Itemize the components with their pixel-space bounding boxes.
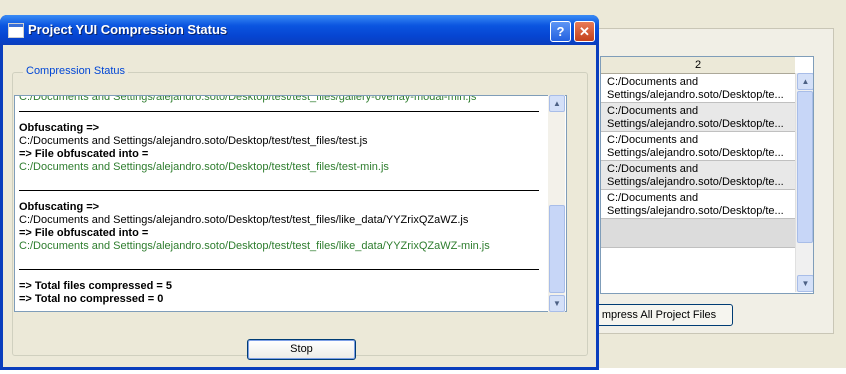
log-obfuscated-into: => File obfuscated into = [19, 148, 149, 160]
log-line: C:/Documents and Settings/alejandro.soto… [19, 95, 477, 103]
table-cell-line2: Settings/alejandro.soto/Desktop/te... [607, 147, 784, 159]
log-textarea[interactable]: C:/Documents and Settings/alejandro.soto… [14, 95, 567, 312]
log-dest-path: C:/Documents and Settings/alejandro.soto… [19, 161, 389, 173]
table-row[interactable]: C:/Documents and Settings/alejandro.soto… [601, 161, 795, 190]
log-dest-path: C:/Documents and Settings/alejandro.soto… [19, 240, 490, 252]
table-cell-line2: Settings/alejandro.soto/Desktop/te... [607, 176, 784, 188]
log-obfuscating: Obfuscating => [19, 122, 100, 134]
table-cell-line2: Settings/alejandro.soto/Desktop/te... [607, 205, 784, 217]
dialog-titlebar[interactable]: Project YUI Compression Status ? ✕ [0, 15, 599, 45]
scroll-up-icon[interactable]: ▲ [797, 73, 813, 90]
log-source-path: C:/Documents and Settings/alejandro.soto… [19, 214, 469, 226]
table-row[interactable]: C:/Documents and Settings/alejandro.soto… [601, 190, 795, 219]
table-row[interactable]: C:/Documents and Settings/alejandro.soto… [601, 74, 795, 103]
files-table[interactable]: 2 C:/Documents and Settings/alejandro.so… [600, 56, 814, 294]
help-button[interactable]: ? [550, 21, 571, 42]
total-no-compressed: => Total no compressed = 0 [19, 293, 164, 305]
table-cell-line2: Settings/alejandro.soto/Desktop/te... [607, 89, 784, 101]
table-cell-line1: C:/Documents and [607, 192, 699, 204]
scroll-thumb[interactable] [549, 205, 565, 293]
table-scrollbar[interactable]: ▲ ▼ [795, 73, 813, 292]
log-entry: Obfuscating => C:/Documents and Settings… [19, 191, 539, 253]
log-entry: Obfuscating => C:/Documents and Settings… [19, 112, 539, 174]
table-cell-line1: C:/Documents and [607, 134, 699, 146]
total-compressed: => Total files compressed = 5 [19, 280, 172, 292]
table-cell-line1: C:/Documents and [607, 105, 699, 117]
table-cell-line1: C:/Documents and [607, 76, 699, 88]
table-cell-line1: C:/Documents and [607, 163, 699, 175]
dialog-body: Compression Status C:/Documents and Sett… [3, 45, 596, 367]
log-content: C:/Documents and Settings/alejandro.soto… [19, 95, 539, 306]
table-column-header[interactable]: 2 [601, 57, 795, 74]
log-obfuscated-into: => File obfuscated into = [19, 227, 149, 239]
group-label: Compression Status [23, 65, 129, 77]
stop-button[interactable]: Stop [247, 339, 356, 360]
window-icon [8, 23, 24, 38]
table-cell-line2: Settings/alejandro.soto/Desktop/te... [607, 118, 784, 130]
table-row[interactable]: C:/Documents and Settings/alejandro.soto… [601, 103, 795, 132]
compress-all-button[interactable]: mpress All Project Files [585, 304, 733, 326]
table-row-empty [601, 219, 795, 248]
scroll-down-icon[interactable]: ▼ [797, 275, 813, 292]
scroll-thumb[interactable] [797, 91, 813, 243]
scroll-up-icon[interactable]: ▲ [549, 95, 565, 112]
log-obfuscating: Obfuscating => [19, 201, 100, 213]
table-row[interactable]: C:/Documents and Settings/alejandro.soto… [601, 132, 795, 161]
dialog-title: Project YUI Compression Status [28, 22, 228, 37]
log-scrollbar[interactable]: ▲ ▼ [548, 95, 565, 312]
close-button[interactable]: ✕ [574, 21, 595, 42]
log-summary: => Total files compressed = 5 => Total n… [19, 270, 539, 306]
table-rows: C:/Documents and Settings/alejandro.soto… [601, 74, 795, 248]
log-source-path: C:/Documents and Settings/alejandro.soto… [19, 135, 368, 147]
scroll-down-icon[interactable]: ▼ [549, 295, 565, 312]
compression-status-dialog: Project YUI Compression Status ? ✕ Compr… [0, 15, 599, 370]
